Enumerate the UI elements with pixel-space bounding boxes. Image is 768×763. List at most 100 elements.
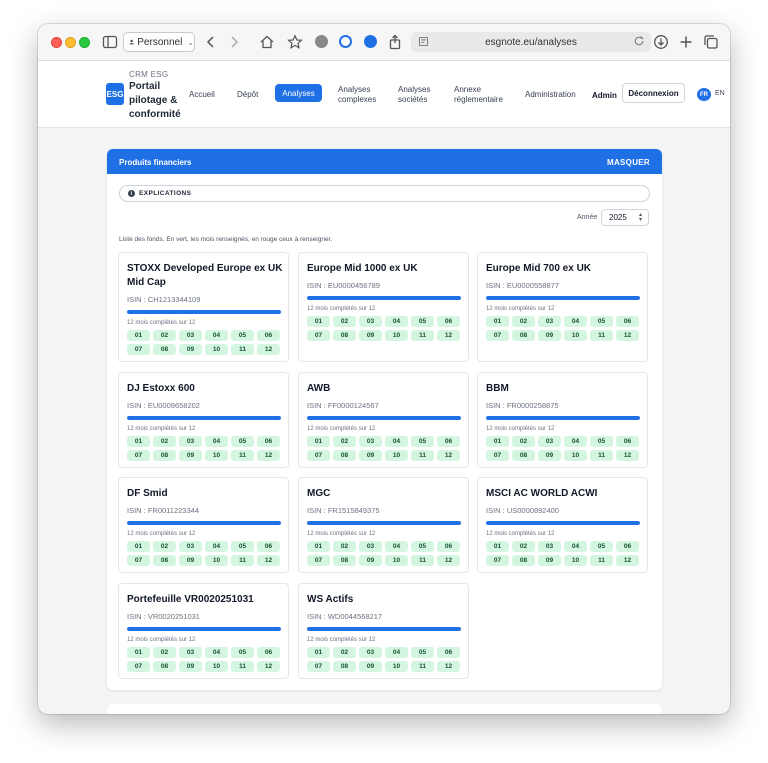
fund-card[interactable]: Europe Mid 700 ex UK ISIN : EU0000558877 1… bbox=[477, 252, 648, 362]
month-cell[interactable]: 08 bbox=[333, 330, 356, 341]
month-cell[interactable]: 06 bbox=[257, 647, 280, 658]
sidebar-icon[interactable] bbox=[101, 33, 119, 51]
month-cell[interactable]: 11 bbox=[231, 555, 254, 566]
month-cell[interactable]: 06 bbox=[616, 541, 639, 552]
month-cell[interactable]: 10 bbox=[385, 450, 408, 461]
month-cell[interactable]: 09 bbox=[359, 330, 382, 341]
star-icon[interactable] bbox=[286, 33, 304, 51]
month-cell[interactable]: 06 bbox=[616, 316, 639, 327]
month-cell[interactable]: 11 bbox=[231, 661, 254, 672]
month-cell[interactable]: 08 bbox=[333, 661, 356, 672]
zoom-window-button[interactable] bbox=[79, 37, 90, 48]
month-cell[interactable]: 12 bbox=[257, 344, 280, 355]
month-cell[interactable]: 01 bbox=[307, 647, 330, 658]
month-cell[interactable]: 05 bbox=[590, 436, 613, 447]
month-cell[interactable]: 09 bbox=[538, 330, 561, 341]
month-cell[interactable]: 09 bbox=[359, 450, 382, 461]
month-cell[interactable]: 11 bbox=[411, 661, 434, 672]
month-cell[interactable]: 10 bbox=[385, 555, 408, 566]
month-cell[interactable]: 05 bbox=[411, 647, 434, 658]
month-cell[interactable]: 03 bbox=[179, 647, 202, 658]
nav-analyses-societes[interactable]: Analyses sociétés bbox=[398, 85, 438, 105]
month-cell[interactable]: 02 bbox=[333, 541, 356, 552]
address-bar[interactable]: esgnote.eu/analyses bbox=[411, 32, 651, 52]
month-cell[interactable]: 01 bbox=[307, 436, 330, 447]
month-cell[interactable]: 07 bbox=[307, 555, 330, 566]
month-cell[interactable]: 09 bbox=[179, 450, 202, 461]
month-cell[interactable]: 03 bbox=[538, 316, 561, 327]
month-cell[interactable]: 08 bbox=[333, 450, 356, 461]
password-extension-icon[interactable] bbox=[339, 35, 352, 48]
month-cell[interactable]: 03 bbox=[359, 647, 382, 658]
lang-en-button[interactable]: EN bbox=[715, 90, 725, 97]
month-cell[interactable]: 02 bbox=[333, 647, 356, 658]
month-cell[interactable]: 06 bbox=[257, 436, 280, 447]
month-cell[interactable]: 04 bbox=[564, 541, 587, 552]
month-cell[interactable]: 04 bbox=[564, 436, 587, 447]
month-cell[interactable]: 04 bbox=[385, 541, 408, 552]
month-cell[interactable]: 09 bbox=[179, 661, 202, 672]
month-cell[interactable]: 12 bbox=[257, 661, 280, 672]
month-cell[interactable]: 08 bbox=[512, 555, 535, 566]
profile-selector[interactable]: Personnel ⌄ bbox=[123, 32, 195, 52]
month-cell[interactable]: 10 bbox=[205, 450, 228, 461]
month-cell[interactable]: 06 bbox=[257, 541, 280, 552]
month-cell[interactable]: 06 bbox=[257, 330, 280, 341]
month-cell[interactable]: 01 bbox=[486, 541, 509, 552]
home-icon[interactable] bbox=[258, 33, 276, 51]
month-cell[interactable]: 05 bbox=[231, 647, 254, 658]
month-cell[interactable]: 04 bbox=[385, 436, 408, 447]
month-cell[interactable]: 12 bbox=[616, 450, 639, 461]
month-cell[interactable]: 08 bbox=[512, 330, 535, 341]
month-cell[interactable]: 07 bbox=[127, 661, 150, 672]
month-cell[interactable]: 02 bbox=[153, 436, 176, 447]
logout-button[interactable]: Déconnexion bbox=[622, 83, 685, 103]
nav-analyses-complexes[interactable]: Analyses complexes bbox=[338, 85, 383, 105]
month-cell[interactable]: 04 bbox=[385, 647, 408, 658]
year-stepper[interactable]: 2025 ▴ ▾ bbox=[601, 209, 649, 226]
forward-icon[interactable] bbox=[225, 33, 243, 51]
month-cell[interactable]: 04 bbox=[564, 316, 587, 327]
month-cell[interactable]: 05 bbox=[411, 436, 434, 447]
month-cell[interactable]: 06 bbox=[437, 436, 460, 447]
month-cell[interactable]: 01 bbox=[127, 647, 150, 658]
fund-card[interactable]: Europe Mid 1000 ex UK ISIN : EU0000456789… bbox=[298, 252, 469, 362]
month-cell[interactable]: 08 bbox=[153, 344, 176, 355]
month-cell[interactable]: 05 bbox=[590, 316, 613, 327]
month-cell[interactable]: 12 bbox=[616, 330, 639, 341]
close-window-button[interactable] bbox=[51, 37, 62, 48]
month-cell[interactable]: 11 bbox=[411, 555, 434, 566]
month-cell[interactable]: 08 bbox=[153, 450, 176, 461]
new-tab-icon[interactable] bbox=[677, 33, 695, 51]
month-cell[interactable]: 08 bbox=[153, 661, 176, 672]
month-cell[interactable]: 02 bbox=[153, 541, 176, 552]
nav-administration[interactable]: Administration bbox=[525, 90, 576, 100]
month-cell[interactable]: 02 bbox=[512, 541, 535, 552]
hide-panel-button[interactable]: MASQUER bbox=[607, 158, 650, 167]
month-cell[interactable]: 08 bbox=[153, 555, 176, 566]
month-cell[interactable]: 01 bbox=[307, 541, 330, 552]
month-cell[interactable]: 09 bbox=[359, 661, 382, 672]
month-cell[interactable]: 07 bbox=[307, 330, 330, 341]
month-cell[interactable]: 06 bbox=[437, 647, 460, 658]
check-extension-icon[interactable] bbox=[364, 35, 377, 48]
month-cell[interactable]: 02 bbox=[333, 436, 356, 447]
month-cell[interactable]: 11 bbox=[231, 344, 254, 355]
month-cell[interactable]: 11 bbox=[590, 450, 613, 461]
share-icon[interactable] bbox=[386, 33, 404, 51]
fund-card[interactable]: Portefeuille VR0020251031 ISIN : VR002025… bbox=[118, 583, 289, 679]
fund-card[interactable]: BBM ISIN : FR0000258875 12 mois complétés … bbox=[477, 372, 648, 468]
month-cell[interactable]: 10 bbox=[385, 661, 408, 672]
extension-icon[interactable] bbox=[315, 35, 328, 48]
month-cell[interactable]: 02 bbox=[153, 647, 176, 658]
month-cell[interactable]: 03 bbox=[538, 541, 561, 552]
month-cell[interactable]: 10 bbox=[564, 330, 587, 341]
month-cell[interactable]: 01 bbox=[127, 330, 150, 341]
month-cell[interactable]: 11 bbox=[411, 450, 434, 461]
month-cell[interactable]: 03 bbox=[179, 330, 202, 341]
month-cell[interactable]: 05 bbox=[231, 541, 254, 552]
month-cell[interactable]: 01 bbox=[127, 541, 150, 552]
month-cell[interactable]: 01 bbox=[307, 316, 330, 327]
month-cell[interactable]: 07 bbox=[486, 555, 509, 566]
month-cell[interactable]: 10 bbox=[385, 330, 408, 341]
